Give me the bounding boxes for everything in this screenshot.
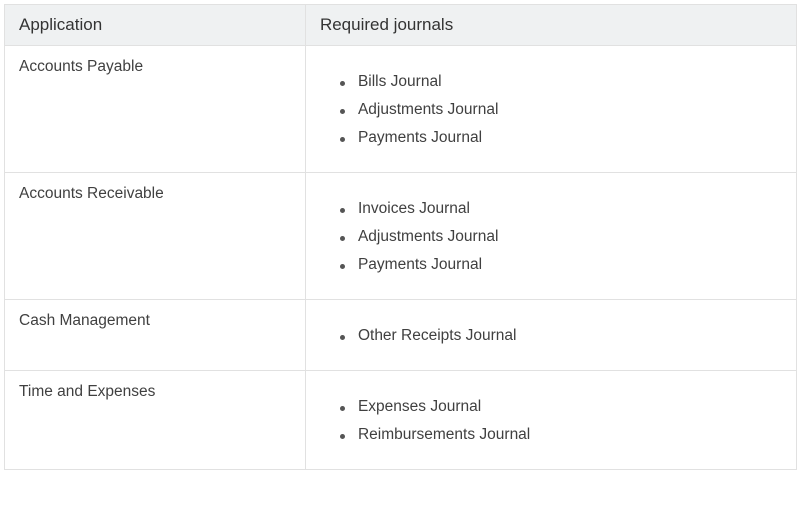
table-row: Time and Expenses Expenses Journal Reimb…: [5, 371, 797, 470]
cell-required-journals: Bills Journal Adjustments Journal Paymen…: [305, 46, 796, 173]
journals-list: Bills Journal Adjustments Journal Paymen…: [320, 58, 782, 152]
header-application: Application: [5, 5, 306, 46]
header-required-journals: Required journals: [305, 5, 796, 46]
cell-required-journals: Expenses Journal Reimbursements Journal: [305, 371, 796, 470]
table-row: Accounts Payable Bills Journal Adjustmen…: [5, 46, 797, 173]
cell-required-journals: Other Receipts Journal: [305, 300, 796, 371]
list-item: Payments Journal: [340, 251, 782, 279]
journals-list: Invoices Journal Adjustments Journal Pay…: [320, 185, 782, 279]
table-row: Accounts Receivable Invoices Journal Adj…: [5, 173, 797, 300]
table-row: Cash Management Other Receipts Journal: [5, 300, 797, 371]
cell-application: Accounts Payable: [5, 46, 306, 173]
journals-list: Other Receipts Journal: [320, 312, 782, 350]
cell-application: Time and Expenses: [5, 371, 306, 470]
list-item: Adjustments Journal: [340, 223, 782, 251]
cell-required-journals: Invoices Journal Adjustments Journal Pay…: [305, 173, 796, 300]
list-item: Payments Journal: [340, 124, 782, 152]
cell-application: Accounts Receivable: [5, 173, 306, 300]
journals-table: Application Required journals Accounts P…: [4, 4, 797, 470]
cell-application: Cash Management: [5, 300, 306, 371]
list-item: Adjustments Journal: [340, 96, 782, 124]
list-item: Other Receipts Journal: [340, 322, 782, 350]
journals-list: Expenses Journal Reimbursements Journal: [320, 383, 782, 449]
list-item: Reimbursements Journal: [340, 421, 782, 449]
list-item: Invoices Journal: [340, 195, 782, 223]
list-item: Bills Journal: [340, 68, 782, 96]
table-header-row: Application Required journals: [5, 5, 797, 46]
list-item: Expenses Journal: [340, 393, 782, 421]
